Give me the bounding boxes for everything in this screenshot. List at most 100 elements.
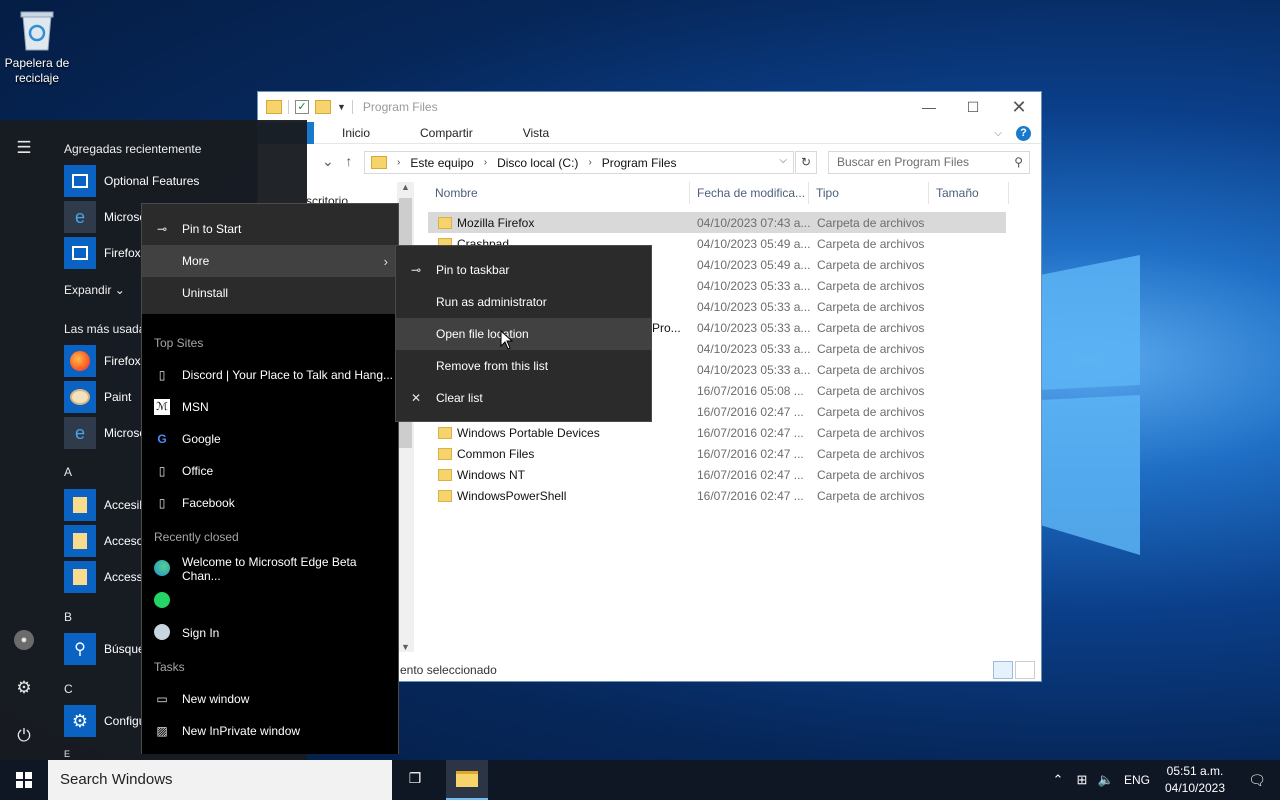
letter-header-c[interactable]: C: [64, 682, 73, 696]
app-microsoft-edge[interactable]: e Microso: [64, 200, 146, 234]
language-indicator[interactable]: ENG: [1118, 773, 1156, 787]
details-view-icon[interactable]: [993, 661, 1013, 679]
chevron-up-icon[interactable]: ⌃: [1046, 772, 1070, 788]
chevron-right-icon[interactable]: ›: [397, 157, 400, 168]
table-row[interactable]: Mozilla Firefox 04/10/2023 07:43 a... Carp…: [428, 212, 1006, 233]
letter-header-e[interactable]: E: [64, 748, 70, 760]
top-site-facebook[interactable]: ▯ Facebook: [142, 487, 398, 519]
column-nombre[interactable]: Nombre: [428, 182, 690, 204]
scroll-down-icon[interactable]: ▼: [397, 642, 414, 652]
table-row[interactable]: WindowsPowerShell 16/07/2016 02:47 ... Car…: [428, 485, 1008, 506]
app-optional-features[interactable]: Optional Features: [64, 164, 199, 198]
app-accesibilidad[interactable]: Accesib: [64, 488, 146, 522]
network-icon[interactable]: ⊞: [1070, 772, 1094, 788]
edge-icon: [142, 559, 182, 579]
file-type: Carpeta de archivos: [817, 320, 925, 335]
file-date: 04/10/2023 05:49 a...: [697, 257, 811, 272]
expand-ribbon-icon[interactable]: ⌵: [994, 128, 1002, 139]
run-as-admin-item[interactable]: Run as administrator: [396, 286, 651, 318]
refresh-button[interactable]: ↻: [795, 151, 817, 174]
app-firefox-recent[interactable]: Firefox: [64, 236, 141, 270]
app-microsoft-edge-2[interactable]: e Microso: [64, 416, 146, 450]
clear-list-item[interactable]: ✕ Clear list: [396, 382, 651, 414]
file-date: 04/10/2023 05:49 a...: [697, 236, 811, 251]
start-button[interactable]: [0, 760, 48, 800]
top-site-office[interactable]: ▯ Office: [142, 455, 398, 487]
address-bar[interactable]: › Este equipo › Disco local (C:) › Progr…: [364, 151, 794, 174]
taskbar-search-input[interactable]: Search Windows: [48, 760, 392, 800]
minimize-button[interactable]: —: [906, 92, 952, 122]
recently-closed-edge-beta[interactable]: Welcome to Microsoft Edge Beta Chan...: [142, 553, 398, 585]
divider: [351, 100, 353, 114]
table-row[interactable]: Windows Portable Devices 16/07/2016 02:47…: [428, 422, 1008, 443]
remove-from-list-item[interactable]: Remove from this list: [396, 350, 651, 382]
new-folder-icon[interactable]: [315, 100, 331, 114]
letter-header-b[interactable]: B: [64, 610, 72, 624]
folder-icon: [438, 426, 452, 439]
tab-inicio[interactable]: Inicio: [342, 126, 392, 140]
open-file-location-item[interactable]: Open file location: [396, 318, 651, 350]
more-submenu: ⊸ Pin to taskbar Run as administrator Ope…: [395, 245, 652, 422]
app-configuracion[interactable]: ⚙ Configu: [64, 704, 145, 738]
task-view-icon[interactable]: ❐: [404, 770, 426, 790]
table-row[interactable]: Common Files 16/07/2016 02:47 ... Carpeta …: [428, 443, 1008, 464]
top-site-discord[interactable]: ▯ Discord | Your Place to Talk and Hang..…: [142, 359, 398, 391]
file-explorer-taskbar-button[interactable]: [446, 760, 488, 800]
up-arrow-icon[interactable]: ⌄ ↑: [322, 153, 352, 170]
power-icon[interactable]: ⏻: [12, 724, 36, 748]
help-icon[interactable]: ?: [1016, 126, 1031, 141]
app-paint[interactable]: Paint: [64, 380, 131, 414]
column-tipo[interactable]: Tipo: [809, 182, 929, 204]
properties-icon[interactable]: ✓: [295, 100, 309, 114]
clock[interactable]: 05:51 a.m. 04/10/2023: [1156, 763, 1234, 797]
tab-vista[interactable]: Vista: [523, 126, 571, 140]
top-site-google[interactable]: G Google: [142, 423, 398, 455]
expand-button[interactable]: Expandir ⌄: [64, 283, 125, 297]
recycle-bin[interactable]: Papelera de reciclaje: [4, 6, 70, 86]
file-name: Mozilla Firefox: [457, 215, 535, 230]
search-input[interactable]: Buscar en Program Files ⚲: [828, 151, 1030, 174]
task-new-window[interactable]: ▭ New window: [142, 683, 398, 715]
chevron-right-icon[interactable]: ›: [588, 157, 591, 168]
close-button[interactable]: ✕: [996, 92, 1042, 122]
letter-header-a[interactable]: A: [64, 465, 72, 479]
user-avatar-icon[interactable]: ●: [14, 630, 34, 650]
pin-to-taskbar-item[interactable]: ⊸ Pin to taskbar: [396, 254, 651, 286]
task-new-inprivate-window[interactable]: ▨ New InPrivate window: [142, 715, 398, 747]
app-label: Configu: [104, 714, 146, 728]
scroll-up-icon[interactable]: ▲: [397, 182, 414, 192]
column-fecha[interactable]: Fecha de modifica...: [690, 182, 809, 204]
app-label: Microso: [104, 426, 147, 440]
volume-muted-icon[interactable]: 🔈: [1094, 772, 1118, 788]
uninstall-item[interactable]: Uninstall: [142, 277, 398, 309]
settings-gear-icon[interactable]: ⚙: [12, 676, 36, 700]
recently-closed-whatsapp[interactable]: [142, 585, 398, 617]
breadcrumb-este-equipo[interactable]: Este equipo: [410, 156, 473, 170]
breadcrumb-disco-local[interactable]: Disco local (C:): [497, 156, 578, 170]
tab-compartir[interactable]: Compartir: [420, 126, 495, 140]
menu-label: Remove from this list: [436, 359, 549, 373]
recently-closed-sign-in[interactable]: Sign In: [142, 617, 398, 649]
app-busqueda[interactable]: ⚲ Búsque: [64, 632, 145, 666]
app-firefox[interactable]: Firefox: [64, 344, 141, 378]
breadcrumb-program-files[interactable]: Program Files: [602, 156, 677, 170]
large-icons-view-icon[interactable]: [1015, 661, 1035, 679]
pin-to-start-item[interactable]: ⊸ Pin to Start: [142, 213, 398, 245]
column-tamano[interactable]: Tamaño: [929, 182, 1009, 204]
hamburger-menu-icon[interactable]: ☰: [12, 136, 36, 160]
table-row[interactable]: Windows NT 16/07/2016 02:47 ... Carpeta de…: [428, 464, 1008, 485]
chevron-down-icon[interactable]: ⌵: [779, 155, 787, 166]
app-accessories[interactable]: Accesso: [64, 560, 149, 594]
file-type: Carpeta de archivos: [817, 278, 925, 293]
chevron-right-icon: ›: [383, 253, 388, 269]
chevron-right-icon[interactable]: ›: [484, 157, 487, 168]
more-item[interactable]: More ›: [142, 245, 398, 277]
app-accesorios[interactable]: Acceso: [64, 524, 143, 558]
top-site-msn[interactable]: ℳ MSN: [142, 391, 398, 423]
notification-center-icon[interactable]: 🗨: [1234, 772, 1280, 789]
maximize-button[interactable]: ☐: [950, 92, 996, 122]
app-label: Firefox: [104, 246, 141, 260]
folder-icon: [371, 156, 387, 169]
file-type: Carpeta de archivos: [817, 425, 925, 440]
quick-access-dropdown-icon[interactable]: ▼: [337, 102, 346, 112]
